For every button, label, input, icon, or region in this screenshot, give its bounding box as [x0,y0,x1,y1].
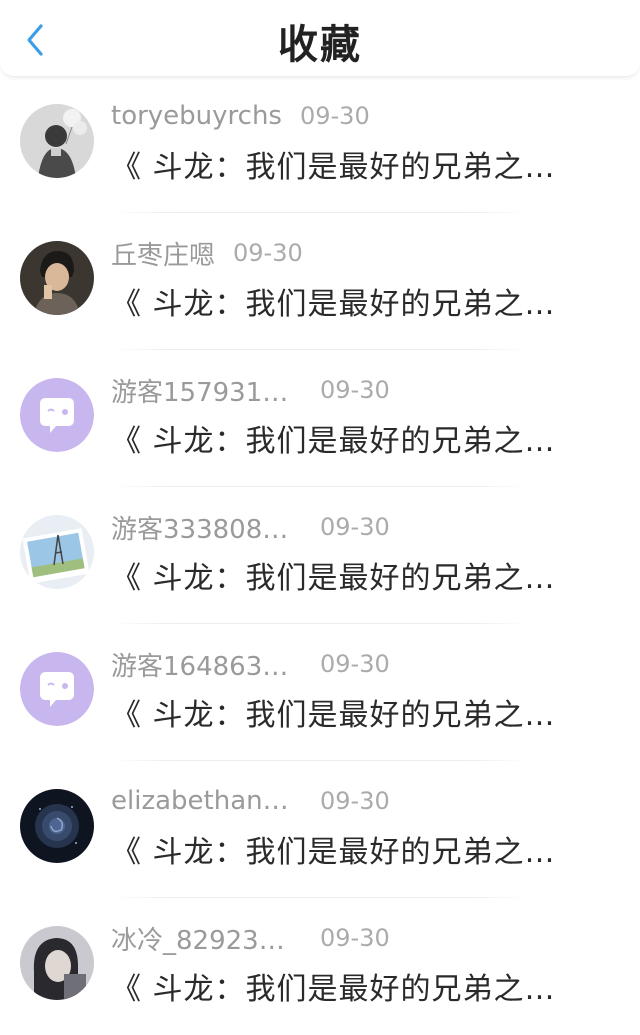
list-item[interactable]: toryebuyrchs 09-30 《 斗龙：我们是最好的兄弟之… [0,76,640,213]
avatar[interactable] [20,789,94,863]
book-title: 《 斗龙：我们是最好的兄弟之… [111,150,556,185]
list-item[interactable]: 游客333808… 09-30 《 斗龙：我们是最好的兄弟之… [0,487,640,624]
book-title: 《 斗龙：我们是最好的兄弟之… [111,287,556,322]
user-name: elizabethan… [111,786,289,816]
item-meta: 游客333808… 09-30 [111,509,390,545]
book-title: 《 斗龙：我们是最好的兄弟之… [111,698,556,733]
date: 09-30 [320,513,390,541]
app-header: 收藏 [0,0,640,77]
user-name: 游客333808… [111,514,289,545]
avatar[interactable] [20,926,94,1000]
chat-bubble-icon [20,652,94,726]
list-item[interactable]: 游客157931… 09-30 《 斗龙：我们是最好的兄弟之… [0,350,640,487]
item-meta: elizabethan… 09-30 [111,783,390,819]
avatar[interactable] [20,104,94,178]
book-title: 《 斗龙：我们是最好的兄弟之… [111,424,556,459]
avatar[interactable] [20,241,94,315]
favorites-list: toryebuyrchs 09-30 《 斗龙：我们是最好的兄弟之… 丘枣庄嗯 … [0,76,640,1035]
avatar[interactable] [20,515,94,589]
book-title: 《 斗龙：我们是最好的兄弟之… [111,972,556,1007]
list-item[interactable]: 游客164863… 09-30 《 斗龙：我们是最好的兄弟之… [0,624,640,761]
book-title: 《 斗龙：我们是最好的兄弟之… [111,561,556,596]
list-item[interactable]: 丘枣庄嗯 09-30 《 斗龙：我们是最好的兄弟之… [0,213,640,350]
avatar[interactable] [20,652,94,726]
user-name: 游客164863… [111,651,289,682]
item-meta: 游客157931… 09-30 [111,372,390,408]
page-title: 收藏 [278,22,362,68]
user-name: 游客157931… [111,377,289,408]
chat-bubble-icon [20,378,94,452]
list-item[interactable]: elizabethan… 09-30 《 斗龙：我们是最好的兄弟之… [0,761,640,898]
date: 09-30 [299,102,370,130]
user-name: 丘枣庄嗯 [111,240,216,271]
item-meta: toryebuyrchs 09-30 [111,98,370,134]
date: 09-30 [320,787,390,815]
item-meta: 丘枣庄嗯 09-30 [111,235,303,271]
user-name: toryebuyrchs [111,101,282,131]
avatar[interactable] [20,378,94,452]
list-item[interactable]: 冰冷_82923… 09-30 《 斗龙：我们是最好的兄弟之… [0,898,640,1035]
date: 09-30 [320,376,390,404]
item-meta: 游客164863… 09-30 [111,646,390,682]
user-name: 冰冷_82923… [111,925,285,956]
date: 09-30 [320,650,390,678]
item-meta: 冰冷_82923… 09-30 [111,920,390,956]
date: 09-30 [320,924,390,952]
book-title: 《 斗龙：我们是最好的兄弟之… [111,835,556,870]
date: 09-30 [233,239,303,267]
